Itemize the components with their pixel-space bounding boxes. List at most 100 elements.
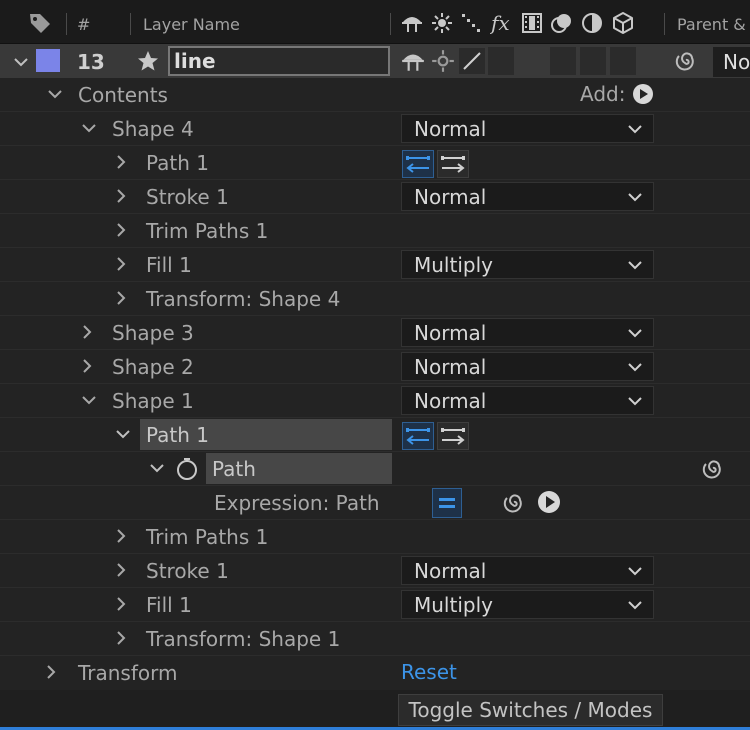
parent-dropdown[interactable]: No bbox=[713, 47, 750, 77]
expression-enable-button[interactable] bbox=[432, 488, 462, 518]
blend-mode-value: Normal bbox=[414, 389, 487, 413]
path-label: Path 1 bbox=[146, 151, 210, 175]
chevron-right-icon[interactable] bbox=[112, 289, 130, 307]
chevron-down-icon bbox=[628, 363, 642, 372]
collapse-transformations-icon[interactable] bbox=[430, 11, 454, 35]
layer-row[interactable]: 13 line No bbox=[0, 44, 750, 78]
path-property-label: Path bbox=[212, 457, 256, 481]
blend-mode-value: Normal bbox=[414, 559, 487, 583]
chevron-down-icon[interactable] bbox=[148, 459, 166, 477]
chevron-right-icon[interactable] bbox=[112, 187, 130, 205]
layer-transform-row[interactable]: Transform Reset bbox=[0, 656, 750, 690]
transform-shape-label: Transform: Shape 1 bbox=[146, 627, 341, 651]
add-menu-icon[interactable] bbox=[632, 83, 654, 105]
layer-number-header: # bbox=[77, 15, 91, 34]
path-direction-reverse-button[interactable] bbox=[402, 150, 434, 178]
transform-label: Transform bbox=[78, 661, 178, 685]
layer-label-color[interactable] bbox=[36, 49, 60, 72]
chevron-right-icon[interactable] bbox=[78, 357, 96, 375]
chevron-down-icon[interactable] bbox=[46, 85, 64, 103]
expression-pick-whip-icon[interactable] bbox=[501, 490, 527, 516]
shy-icon[interactable] bbox=[400, 11, 424, 35]
parent-pick-whip-icon[interactable] bbox=[673, 48, 699, 74]
svg-text:fx: fx bbox=[490, 11, 510, 35]
chevron-down-icon bbox=[628, 261, 642, 270]
chevron-down-icon[interactable] bbox=[114, 425, 132, 443]
blend-mode-dropdown[interactable]: Normal bbox=[401, 386, 654, 415]
shape-4-fill-row[interactable]: Fill 1 Multiply bbox=[0, 248, 750, 282]
layer-name-field[interactable]: line bbox=[168, 46, 390, 76]
shape-1-fill-row[interactable]: Fill 1 Multiply bbox=[0, 588, 750, 622]
path-direction-forward-button[interactable] bbox=[437, 150, 469, 178]
shape-1-trim-row[interactable]: Trim Paths 1 bbox=[0, 520, 750, 554]
motion-blur-switch[interactable] bbox=[550, 47, 576, 75]
header-divider bbox=[390, 13, 391, 35]
chevron-down-icon bbox=[628, 601, 642, 610]
forward-path-icon bbox=[441, 428, 465, 445]
quality-switch-icon[interactable] bbox=[459, 48, 485, 74]
chevron-right-icon[interactable] bbox=[112, 255, 130, 273]
reset-link[interactable]: Reset bbox=[401, 660, 457, 684]
fx-icon[interactable]: fx bbox=[490, 11, 514, 35]
shape-3-row[interactable]: Shape 3 Normal bbox=[0, 316, 750, 350]
timeline-footer: Toggle Switches / Modes bbox=[0, 690, 750, 730]
path-direction-reverse-button[interactable] bbox=[402, 422, 434, 450]
parent-header[interactable]: Parent & bbox=[677, 15, 746, 34]
3d-layer-icon[interactable] bbox=[611, 11, 635, 35]
chevron-right-icon[interactable] bbox=[78, 323, 96, 341]
shape-1-transform-row[interactable]: Transform: Shape 1 bbox=[0, 622, 750, 656]
chevron-right-icon[interactable] bbox=[112, 595, 130, 613]
trim-paths-label: Trim Paths 1 bbox=[146, 219, 269, 243]
shape-1-row[interactable]: Shape 1 Normal bbox=[0, 384, 750, 418]
chevron-right-icon[interactable] bbox=[112, 561, 130, 579]
blend-mode-dropdown[interactable]: Multiply bbox=[401, 590, 654, 619]
shape-2-row[interactable]: Shape 2 Normal bbox=[0, 350, 750, 384]
blend-mode-dropdown[interactable]: Normal bbox=[401, 182, 654, 211]
shy-switch-icon[interactable] bbox=[400, 48, 426, 74]
stroke-label: Stroke 1 bbox=[146, 185, 229, 209]
chevron-down-icon[interactable] bbox=[12, 53, 30, 71]
reverse-path-icon bbox=[406, 428, 430, 445]
blend-mode-dropdown[interactable]: Multiply bbox=[401, 250, 654, 279]
shape-4-transform-row[interactable]: Transform: Shape 4 bbox=[0, 282, 750, 316]
adjustment-switch[interactable] bbox=[580, 47, 606, 75]
shape-1-stroke-row[interactable]: Stroke 1 Normal bbox=[0, 554, 750, 588]
path-direction-forward-button[interactable] bbox=[437, 422, 469, 450]
layer-name-header[interactable]: Layer Name bbox=[143, 15, 240, 34]
expression-language-menu-icon[interactable] bbox=[537, 490, 561, 514]
chevron-right-icon[interactable] bbox=[112, 221, 130, 239]
shape-4-trim-row[interactable]: Trim Paths 1 bbox=[0, 214, 750, 248]
contents-row[interactable]: Contents Add: bbox=[0, 78, 750, 112]
chevron-right-icon[interactable] bbox=[42, 663, 60, 681]
3d-switch[interactable] bbox=[610, 47, 636, 75]
pick-whip-icon[interactable] bbox=[700, 456, 726, 482]
frame-blending-icon[interactable] bbox=[520, 11, 544, 35]
shape-4-stroke-row[interactable]: Stroke 1 Normal bbox=[0, 180, 750, 214]
chevron-down-icon[interactable] bbox=[80, 391, 98, 409]
label-tag-icon[interactable] bbox=[28, 11, 52, 35]
reverse-path-icon bbox=[406, 156, 430, 173]
effects-switch[interactable] bbox=[488, 47, 514, 75]
blend-mode-dropdown[interactable]: Normal bbox=[401, 114, 654, 143]
blend-mode-dropdown[interactable]: Normal bbox=[401, 556, 654, 585]
chevron-right-icon[interactable] bbox=[112, 153, 130, 171]
chevron-right-icon[interactable] bbox=[112, 629, 130, 647]
add-label[interactable]: Add: bbox=[580, 82, 625, 106]
collapse-switch-icon[interactable] bbox=[430, 48, 456, 74]
adjustment-layer-icon[interactable] bbox=[580, 11, 604, 35]
shape-4-row[interactable]: Shape 4 Normal bbox=[0, 112, 750, 146]
shape-4-path-row[interactable]: Path 1 bbox=[0, 146, 750, 180]
chevron-down-icon[interactable] bbox=[80, 119, 98, 137]
expression-row[interactable]: Expression: Path bbox=[0, 486, 750, 520]
shape-1-path-row[interactable]: Path 1 bbox=[0, 418, 750, 452]
path-property-row[interactable]: Path bbox=[0, 452, 750, 486]
motion-blur-icon[interactable] bbox=[550, 11, 574, 35]
blend-mode-dropdown[interactable]: Normal bbox=[401, 318, 654, 347]
blend-mode-dropdown[interactable]: Normal bbox=[401, 352, 654, 381]
shape-4-label: Shape 4 bbox=[112, 117, 194, 141]
toggle-switches-modes-button[interactable]: Toggle Switches / Modes bbox=[398, 694, 663, 726]
stroke-label: Stroke 1 bbox=[146, 559, 229, 583]
stopwatch-icon[interactable] bbox=[174, 456, 200, 482]
quality-icon[interactable] bbox=[460, 11, 484, 35]
chevron-right-icon[interactable] bbox=[112, 527, 130, 545]
